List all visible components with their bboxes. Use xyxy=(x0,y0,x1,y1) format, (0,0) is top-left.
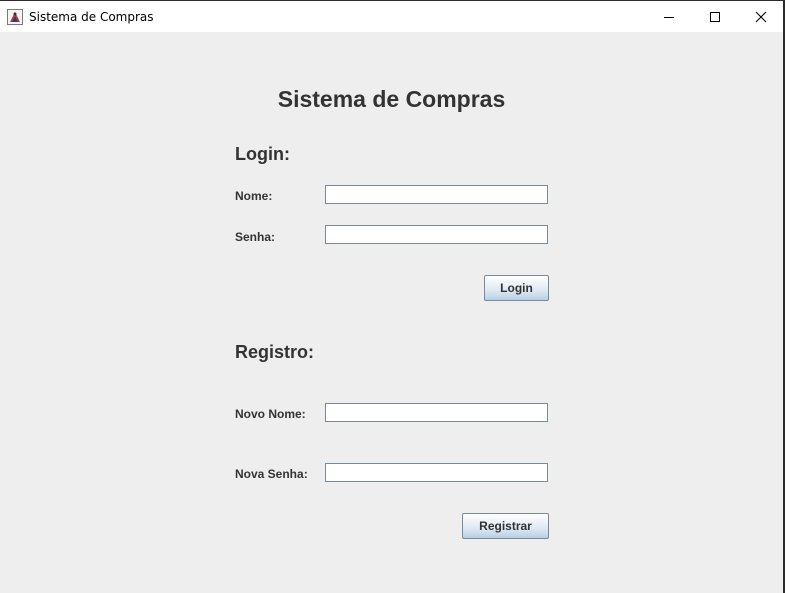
new-name-label: Novo Nome: xyxy=(235,407,306,421)
new-password-label: Nova Senha: xyxy=(235,467,308,481)
login-password-label: Senha: xyxy=(235,230,276,244)
login-name-field[interactable] xyxy=(325,185,548,204)
close-icon xyxy=(755,11,767,22)
page-title: Sistema de Compras xyxy=(277,86,506,112)
register-button[interactable]: Registrar xyxy=(462,513,549,539)
login-name-label: Nome: xyxy=(235,189,273,203)
register-section-title: Registro: xyxy=(235,342,315,362)
new-name-field[interactable] xyxy=(325,403,548,422)
login-section-title: Login: xyxy=(235,144,290,164)
minimize-button[interactable] xyxy=(646,1,692,32)
maximize-button[interactable] xyxy=(692,1,738,32)
login-button[interactable]: Login xyxy=(484,275,549,301)
main-panel: Sistema de Compras Login: Nome: Senha: L… xyxy=(0,32,783,593)
java-app-icon xyxy=(7,9,23,25)
window-title: Sistema de Compras xyxy=(29,10,154,24)
login-password-field[interactable] xyxy=(325,225,548,244)
app-window: Sistema de Compras Sistema de Compras Lo… xyxy=(0,0,785,593)
maximize-icon xyxy=(710,11,720,22)
minimize-icon xyxy=(664,16,674,18)
new-password-field[interactable] xyxy=(325,463,548,482)
title-bar[interactable]: Sistema de Compras xyxy=(0,0,783,32)
close-button[interactable] xyxy=(738,1,784,32)
